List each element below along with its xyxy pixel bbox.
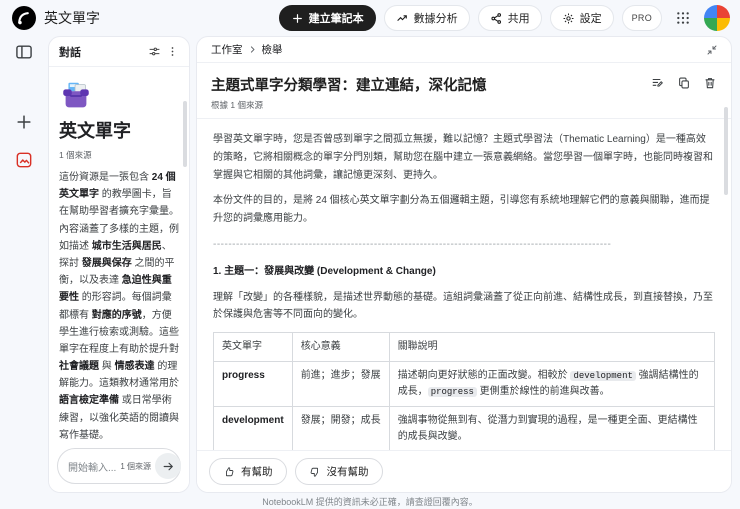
send-button[interactable] (155, 453, 182, 479)
breadcrumb: 工作室 檢舉 (211, 42, 703, 57)
chat-input-placeholder: 開始輸入... (68, 462, 117, 474)
google-apps-icon[interactable] (670, 5, 696, 31)
notebook-emoji-icon (59, 79, 93, 113)
studio-panel: 工作室 檢舉 主題式單字分類學習：建立連結，深化記憶 根據 1 個來源 學習英文… (196, 36, 732, 493)
share-icon (491, 12, 501, 24)
section-heading: 1. 主題一：發展與改變 (Development & Change) (213, 265, 436, 277)
notebook-title: 英文單字 (44, 10, 100, 26)
share-label: 共用 (507, 13, 530, 25)
notebook-source-count: 1 個來源 (59, 150, 92, 160)
cell-note: 強調事物從無到有、從潛力到實現的過程，是一種更全面、更結構性的成長與改變。 (388, 406, 716, 450)
analytics-button[interactable]: 數據分析 (383, 5, 470, 31)
breadcrumb-current[interactable]: 檢舉 (262, 42, 283, 57)
not-helpful-button[interactable]: 沒有幫助 (294, 458, 383, 485)
app-body: 對話 英文單字 1 個來源 這份資源是一張包含 24 個英文單字 的教學圖卡，旨… (0, 36, 740, 493)
table-row: progress 前進；進步；發展 描述朝向更好狀態的正面改變。相較於 deve… (213, 361, 716, 408)
chat-menu-icon[interactable] (163, 43, 181, 61)
paragraph: 本份文件的目的，是將 24 個核心英文單字劃分為五個邏輯主題，引導您有系統地理解… (213, 195, 710, 225)
analytics-label: 數據分析 (413, 13, 458, 25)
disclaimer-footer: NotebookLM 提供的資訊未必正確，請查證回覆內容。 (0, 493, 740, 509)
chat-input-source-count: 1 個來源 (120, 461, 152, 471)
cell-meaning: 發展；開發；成長 (291, 406, 390, 450)
thumb-up-icon (226, 466, 234, 476)
pro-badge: PRO (621, 5, 662, 31)
settings-label: 設定 (579, 13, 602, 25)
note-source-meta: 根據 1 個來源 (211, 100, 263, 110)
collapse-panel-icon[interactable] (703, 41, 721, 59)
gear-icon (563, 13, 574, 23)
thumb-down-icon (310, 467, 318, 477)
dashed-divider: ----------------------------------------… (213, 238, 612, 250)
table-header-row: 英文單字 核心意義 關聯說明 (213, 332, 716, 363)
cell-note: 描述朝向更好狀態的正面改變。相較於 development 強調結構性的成長， p… (388, 361, 716, 408)
vocab-table: 英文單字 核心意義 關聯說明 progress 前進；進步；發展 描述朝向更好狀… (213, 332, 716, 450)
paragraph: 學習英文單字時，您是否曾感到單字之間孤立無援，難以記憶？主題式學習法（Thema… (213, 134, 713, 181)
share-button[interactable]: 共用 (477, 5, 542, 31)
table-row: development 發展；開發；成長 強調事物從無到有、從潛力到實現的過程，… (213, 406, 716, 450)
notebooklm-logo-icon (12, 6, 36, 30)
not-helpful-label: 沒有幫助 (326, 466, 369, 478)
plus-icon (292, 13, 302, 23)
notebook-card-title: 英文單字 (59, 121, 131, 141)
chat-settings-icon[interactable] (145, 43, 163, 61)
chat-header: 對話 (49, 37, 189, 67)
note-title-bar: 主題式單字分類學習：建立連結，深化記憶 根據 1 個來源 (197, 63, 731, 119)
col-header-meaning: 核心意義 (291, 332, 390, 363)
col-header-note: 關聯說明 (388, 332, 716, 363)
note-content[interactable]: 學習英文單字時，您是否曾感到單字之間孤立無援，難以記憶？主題式學習法（Thema… (197, 119, 731, 450)
note-title: 主題式單字分類學習：建立連結，深化記憶 (211, 78, 487, 94)
trending-up-icon (396, 14, 407, 21)
helpful-label: 有幫助 (241, 466, 273, 478)
create-notebook-button[interactable]: 建立筆記本 (278, 5, 376, 31)
disclaimer-text: NotebookLM 提供的資訊未必正確，請查證回覆內容。 (262, 496, 478, 507)
cell-word: development (213, 406, 293, 450)
chevron-right-icon (250, 46, 255, 53)
cell-word: progress (213, 361, 293, 408)
col-header-word: 英文單字 (213, 332, 293, 363)
notebook-summary: 這份資源是一張包含 24 個英文單字 的教學圖卡，旨在幫助學習者擴充字彙量。內容… (59, 172, 179, 441)
feedback-bar: 有幫助 沒有幫助 (197, 450, 731, 492)
edit-note-icon[interactable] (651, 76, 665, 90)
chat-input-area: 開始輸入... 1 個來源 (49, 442, 189, 492)
left-rail (0, 36, 48, 493)
note-scrollbar[interactable] (724, 107, 728, 195)
toggle-sidebar-icon[interactable] (14, 42, 34, 62)
image-source-icon[interactable] (14, 150, 34, 170)
chat-panel: 對話 英文單字 1 個來源 這份資源是一張包含 24 個英文單字 的教學圖卡，旨… (48, 36, 190, 493)
studio-header: 工作室 檢舉 (197, 37, 731, 63)
chat-header-title: 對話 (59, 46, 81, 59)
cell-meaning: 前進；進步；發展 (291, 361, 390, 408)
chat-scrollbar[interactable] (183, 101, 187, 167)
helpful-button[interactable]: 有幫助 (209, 458, 287, 485)
top-bar: 英文單字 建立筆記本 數據分析 共用 設定 PRO (0, 0, 740, 36)
settings-button[interactable]: 設定 (549, 5, 614, 31)
copy-note-icon[interactable] (677, 76, 691, 90)
delete-note-icon[interactable] (703, 76, 717, 90)
chat-input[interactable]: 開始輸入... 1 個來源 (57, 448, 182, 484)
arrow-right-icon (163, 462, 173, 470)
create-notebook-label: 建立筆記本 (308, 13, 364, 25)
breadcrumb-studio[interactable]: 工作室 (211, 42, 243, 57)
user-avatar[interactable] (704, 5, 730, 31)
paragraph: 理解「改變」的各種樣貌，是描述世界動態的基礎。這組詞彙涵蓋了從正向前進、結構性成… (213, 291, 713, 321)
add-source-icon[interactable] (14, 112, 34, 132)
chat-scroll-area[interactable]: 英文單字 1 個來源 這份資源是一張包含 24 個英文單字 的教學圖卡，旨在幫助… (49, 67, 189, 442)
